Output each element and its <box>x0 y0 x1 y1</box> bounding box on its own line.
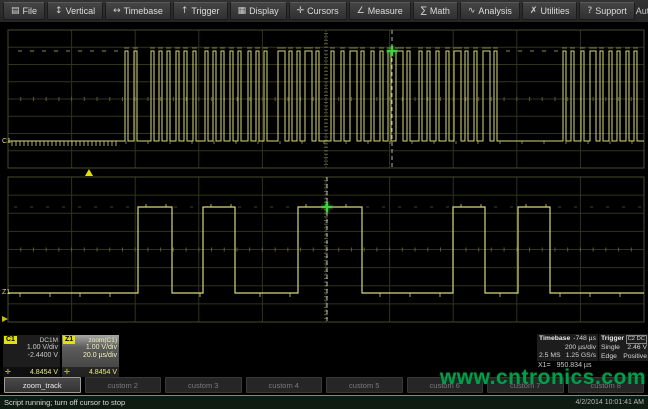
cursor-marker-icon: ✛ <box>5 368 11 376</box>
timebase-scale: 200 µs/div <box>565 344 596 353</box>
trigger-mode-row: Single 2.46 V <box>601 344 647 353</box>
trigger-header: Trigger C2 DC <box>601 335 647 344</box>
tab-button-row: zoom_trackcustom 2custom 3custom 4custom… <box>4 377 644 393</box>
analysis-icon: ∿ <box>468 7 476 16</box>
status-bar: Script running; turn off cursor to stop … <box>0 395 648 409</box>
menu-label-measure: Measure <box>368 6 403 16</box>
menu-label-timebase: Timebase <box>124 6 163 16</box>
menu-bar: ▤File↕Vertical↔Timebase↑Trigger▦Display✛… <box>0 0 648 23</box>
menu-button-file[interactable]: ▤File <box>3 2 45 20</box>
c1-cursor-readout: ✛ 4.8454 V <box>3 367 60 377</box>
menu-button-cursors[interactable]: ✛Cursors <box>289 2 347 20</box>
timebase-rate: 1.25 GS/s <box>566 352 596 361</box>
trigger-mode: Single <box>601 344 620 353</box>
trigger-icon: ↑ <box>181 7 189 16</box>
oscilloscope-app: ▤File↕Vertical↔Timebase↑Trigger▦Display✛… <box>0 0 648 409</box>
status-message: Script running; turn off cursor to stop <box>4 398 125 407</box>
tab-custom-2[interactable]: custom 2 <box>85 377 162 393</box>
tab-zoom-track[interactable]: zoom_track <box>4 377 81 393</box>
math-icon: ∑ <box>421 7 427 16</box>
menu-right: Autoset ↶ Undo <box>636 2 648 21</box>
z1-scale: 1.00 V/div <box>62 344 119 352</box>
menu-button-math[interactable]: ∑Math <box>413 2 458 20</box>
c1-offset: -2.4400 V <box>3 352 60 360</box>
svg-text:C1: C1 <box>2 138 11 145</box>
menu-button-support[interactable]: ?Support <box>579 2 634 20</box>
file-icon: ▤ <box>11 7 20 16</box>
menu-button-analysis[interactable]: ∿Analysis <box>460 2 520 20</box>
z1-source: zoom(C1) <box>88 337 117 344</box>
z1-header: Z1 zoom(C1) <box>62 335 119 344</box>
x1-label: X1= <box>538 362 551 369</box>
menu-label-cursors: Cursors <box>307 6 339 16</box>
z1-timebase: 20.0 µs/div <box>62 352 119 360</box>
trigger-title: Trigger <box>601 335 624 344</box>
trigger-source-badge: C2 DC <box>626 335 647 344</box>
tab-custom-8[interactable]: custom 8 <box>568 377 645 393</box>
menu-label-analysis: Analysis <box>478 6 512 16</box>
z1-cursor-value: 4.8454 V <box>89 369 117 376</box>
trigger-type-row: Edge Positive <box>601 353 647 362</box>
c1-coupling: DC1M <box>40 337 58 344</box>
measure-icon: ∠ <box>357 7 365 16</box>
timebase-delay: -748 µs <box>573 335 596 344</box>
tab-custom-6[interactable]: custom 6 <box>407 377 484 393</box>
menu-button-trigger[interactable]: ↑Trigger <box>173 2 228 20</box>
channel-descriptor-z1[interactable]: Z1 zoom(C1) 1.00 V/div 20.0 µs/div ✛ 4.8… <box>61 334 120 378</box>
trigger-summary-box[interactable]: Trigger C2 DC Single 2.46 V Edge Positiv… <box>598 333 648 362</box>
x1-cursor-readout: X1= 950.834 µs <box>538 362 591 369</box>
timebase-header: Timebase -748 µs <box>539 335 596 344</box>
timebase-samples: 2.5 MS <box>539 352 561 361</box>
c1-scale: 1.00 V/div <box>3 344 60 352</box>
utilities-icon: ✗ <box>530 7 538 16</box>
menu-label-support: Support <box>595 6 627 16</box>
menu-label-trigger: Trigger <box>191 6 219 16</box>
menu-button-timebase[interactable]: ↔Timebase <box>105 2 171 20</box>
menu-button-vertical[interactable]: ↕Vertical <box>47 2 103 20</box>
status-datetime: 4/2/2014 10:01:41 AM <box>576 399 645 406</box>
z1-cursor-readout: ✛ 4.8454 V <box>62 367 119 377</box>
trigger-slope: Positive <box>623 353 647 362</box>
cursors-icon: ✛ <box>297 7 305 16</box>
svg-text:Z1: Z1 <box>2 289 10 296</box>
timebase-summary-box[interactable]: Timebase -748 µs 200 µs/div 2.5 MS 1.25 … <box>536 333 599 362</box>
menu-items: ▤File↕Vertical↔Timebase↑Trigger▦Display✛… <box>0 0 636 22</box>
x1-value: 950.834 µs <box>557 362 592 369</box>
display-icon: ▦ <box>238 7 247 16</box>
channel-descriptor-c1[interactable]: C1 DC1M 1.00 V/div -2.4400 V ✛ 4.8454 V <box>2 334 61 378</box>
tab-custom-5[interactable]: custom 5 <box>326 377 403 393</box>
c1-header: C1 DC1M <box>3 335 60 344</box>
trigger-level: 2.46 V <box>627 344 647 353</box>
support-icon: ? <box>587 7 592 16</box>
tab-custom-4[interactable]: custom 4 <box>246 377 323 393</box>
c1-badge: C1 <box>4 336 17 344</box>
timebase-sampling-row: 2.5 MS 1.25 GS/s <box>539 352 596 361</box>
autoset-button[interactable]: Autoset <box>636 6 648 16</box>
menu-button-display[interactable]: ▦Display <box>230 2 287 20</box>
c1-cursor-value: 4.8454 V <box>30 369 58 376</box>
z1-badge: Z1 <box>63 336 75 344</box>
menu-button-measure[interactable]: ∠Measure <box>349 2 411 20</box>
timebase-scale-row: 200 µs/div <box>539 344 596 353</box>
menu-label-file: File <box>23 6 38 16</box>
menu-label-utilities: Utilities <box>540 6 569 16</box>
trigger-kind: Edge <box>601 353 617 362</box>
tab-custom-7[interactable]: custom 7 <box>487 377 564 393</box>
menu-label-math: Math <box>430 6 450 16</box>
menu-label-vertical: Vertical <box>66 6 96 16</box>
timebase-title: Timebase <box>539 335 570 344</box>
menu-label-display: Display <box>249 6 279 16</box>
menu-button-utilities[interactable]: ✗Utilities <box>522 2 578 20</box>
waveform-display[interactable]: C1 Z1 <box>0 22 648 330</box>
vertical-icon: ↕ <box>55 7 63 16</box>
timebase-icon: ↔ <box>113 7 121 16</box>
tab-custom-3[interactable]: custom 3 <box>165 377 242 393</box>
cursor-marker-icon: ✛ <box>64 368 70 376</box>
